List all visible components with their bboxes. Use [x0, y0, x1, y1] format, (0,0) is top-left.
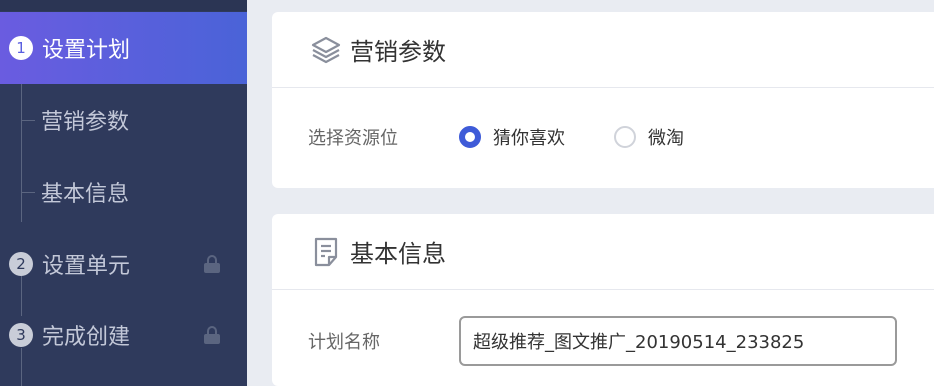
radio-label: 微淘: [648, 128, 684, 149]
card-title: 营销参数: [350, 38, 446, 66]
step-complete-create: 3 完成创建: [0, 299, 247, 371]
layers-icon: [308, 32, 344, 68]
substep-tick: [22, 191, 35, 193]
step-set-unit: 2 设置单元: [0, 228, 247, 300]
card-title: 基本信息: [350, 240, 446, 268]
step-number-badge: 1: [9, 36, 33, 60]
radio-label: 猜你喜欢: [493, 128, 565, 149]
substep-marketing-params[interactable]: 营销参数: [0, 84, 247, 156]
document-icon: [308, 234, 344, 270]
sidebar-top-divider: [0, 0, 247, 11]
radio-checked-icon: [459, 126, 481, 148]
step-label: 设置单元: [42, 254, 131, 279]
field-label: 选择资源位: [308, 128, 398, 149]
step-set-plan[interactable]: 1 设置计划: [0, 12, 247, 84]
step-number-badge: 3: [9, 323, 33, 347]
substep-basic-info[interactable]: 基本信息: [0, 156, 247, 228]
substep-label: 营销参数: [41, 110, 130, 135]
sidebar: 1 设置计划 营销参数 基本信息 2 设置单元 3 完成创建: [0, 0, 247, 386]
step-label: 设置计划: [42, 38, 131, 63]
plan-name-row: 计划名称: [272, 316, 934, 366]
field-label: 计划名称: [308, 332, 380, 353]
step-label: 完成创建: [42, 325, 131, 350]
step-connector-line: [21, 348, 22, 386]
step-number-badge: 2: [9, 252, 33, 276]
marketing-params-card: 营销参数 选择资源位 猜你喜欢 微淘: [272, 12, 934, 188]
plan-name-input[interactable]: [459, 316, 897, 366]
lock-icon: [204, 255, 220, 273]
radio-weitao[interactable]: 微淘: [614, 124, 684, 150]
substep-label: 基本信息: [41, 182, 130, 207]
basic-info-card: 基本信息 计划名称: [272, 214, 934, 386]
resource-slot-row: 选择资源位 猜你喜欢 微淘: [272, 122, 934, 152]
radio-guess-you-like[interactable]: 猜你喜欢: [459, 124, 565, 150]
card-header: 营销参数: [272, 12, 934, 88]
substep-tick: [22, 119, 35, 121]
lock-icon: [204, 326, 220, 344]
card-header: 基本信息: [272, 214, 934, 290]
radio-unchecked-icon: [614, 126, 636, 148]
